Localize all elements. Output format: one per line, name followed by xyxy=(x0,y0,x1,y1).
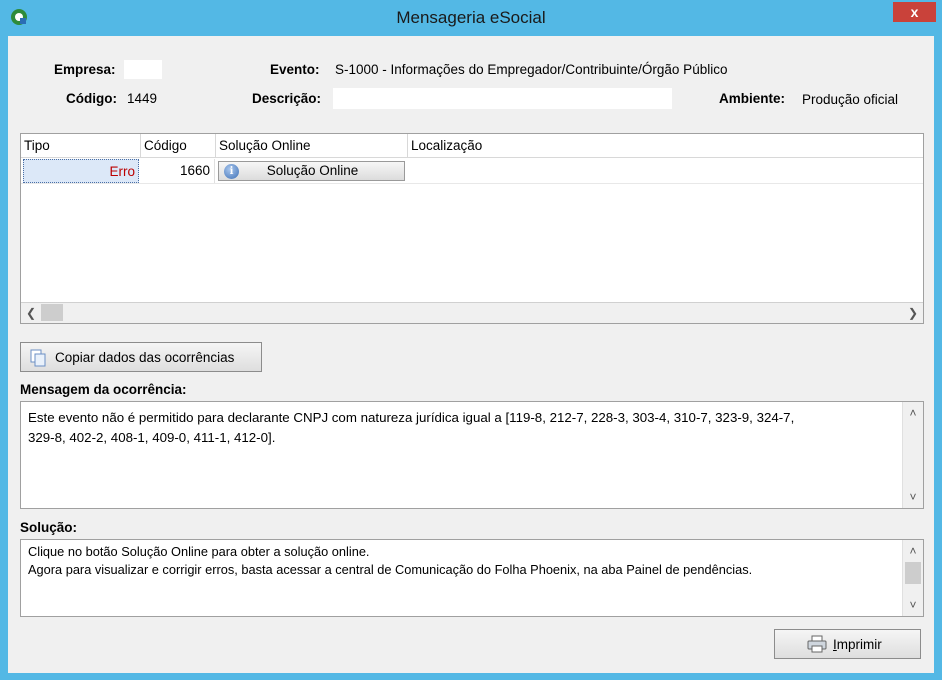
ambiente-label: Ambiente: xyxy=(719,91,786,106)
scroll-down-icon[interactable]: ˅ xyxy=(904,596,922,614)
scroll-down-icon[interactable]: ˅ xyxy=(904,488,922,506)
imprimir-button[interactable]: Imprimir xyxy=(774,629,921,659)
copiar-dados-label: Copiar dados das ocorrências xyxy=(55,350,235,365)
cell-tipo[interactable]: Erro xyxy=(23,159,139,183)
window: Mensageria eSocial x Empresa: Evento: S-… xyxy=(0,0,942,680)
solucao-label: Solução: xyxy=(20,520,78,535)
solucao-textarea[interactable]: Clique no botão Solução Online para obte… xyxy=(20,539,924,617)
solucao-online-button[interactable]: i Solução Online xyxy=(218,161,405,181)
mensagem-label: Mensagem da ocorrência: xyxy=(20,382,187,397)
close-button[interactable]: x xyxy=(893,2,936,22)
scroll-left-icon[interactable]: ❮ xyxy=(22,304,40,322)
copiar-dados-button[interactable]: Copiar dados das ocorrências xyxy=(20,342,262,372)
solucao-text: Clique no botão Solução Online para obte… xyxy=(28,544,753,577)
scroll-right-icon[interactable]: ❯ xyxy=(904,304,922,322)
column-header-solucao-online[interactable]: Solução Online xyxy=(216,134,408,158)
column-header-localizacao[interactable]: Localização xyxy=(408,134,923,158)
scroll-thumb[interactable] xyxy=(905,562,921,584)
window-title: Mensageria eSocial xyxy=(396,8,546,27)
copy-icon xyxy=(30,349,46,367)
column-header-codigo[interactable]: Código xyxy=(141,134,216,158)
ambiente-value: Produção oficial xyxy=(802,92,899,107)
scroll-thumb[interactable] xyxy=(41,304,63,321)
imprimir-label: Imprimir xyxy=(833,637,882,652)
empresa-value xyxy=(124,60,162,79)
mensagem-scrollbar[interactable]: ˄ ˅ xyxy=(902,402,923,508)
scroll-up-icon[interactable]: ˄ xyxy=(904,404,922,422)
printer-icon xyxy=(807,635,827,653)
cell-codigo[interactable]: 1660 xyxy=(141,159,215,183)
codigo-label: Código: xyxy=(66,91,117,106)
codigo-value: 1449 xyxy=(127,91,158,106)
table-row[interactable]: Erro 1660 i Solução Online xyxy=(21,159,923,184)
empresa-label: Empresa: xyxy=(54,62,116,77)
solucao-online-button-label: Solução Online xyxy=(266,163,359,178)
evento-label: Evento: xyxy=(270,62,320,77)
mensagem-textarea[interactable]: Este evento não é permitido para declara… xyxy=(20,401,924,509)
title-bar[interactable]: Mensageria eSocial x xyxy=(0,0,942,36)
horizontal-scrollbar[interactable]: ❮ ❯ xyxy=(21,302,923,323)
dialog-body: Empresa: Evento: S-1000 - Informações do… xyxy=(8,36,934,673)
descricao-label: Descrição: xyxy=(252,91,322,106)
mensagem-text: Este evento não é permitido para declara… xyxy=(28,410,795,445)
occurrences-grid[interactable]: Tipo Código Solução Online Localização E… xyxy=(20,133,924,324)
column-header-tipo[interactable]: Tipo xyxy=(21,134,141,158)
solucao-scrollbar[interactable]: ˄ ˅ xyxy=(902,540,923,616)
descricao-value xyxy=(333,88,672,109)
cell-localizacao[interactable] xyxy=(408,159,923,183)
scroll-up-icon[interactable]: ˄ xyxy=(904,542,922,560)
evento-value: S-1000 - Informações do Empregador/Contr… xyxy=(335,62,728,77)
